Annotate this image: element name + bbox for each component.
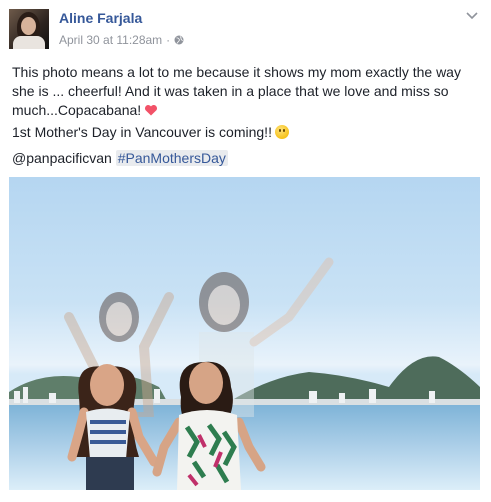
paragraph-1-text: This photo means a lot to me because it …: [12, 64, 461, 118]
paragraph-2-text: 1st Mother's Day in Vancouver is coming!…: [12, 124, 272, 140]
smile-emoji-icon: [274, 125, 289, 139]
facebook-post: Aline Farjala April 30 at 11:28am · This…: [0, 0, 491, 502]
avatar-face: [21, 17, 36, 35]
author-avatar[interactable]: [9, 9, 49, 49]
mother-figure: [152, 361, 266, 490]
post-meta: April 30 at 11:28am ·: [59, 33, 184, 47]
mention-link[interactable]: @panpacificvan: [12, 150, 112, 166]
avatar-shirt: [13, 36, 45, 49]
post-timestamp[interactable]: April 30 at 11:28am: [59, 33, 162, 47]
post-text-paragraph-1: This photo means a lot to me because it …: [12, 63, 480, 120]
post-text-paragraph-2: 1st Mother's Day in Vancouver is coming!…: [12, 123, 480, 142]
post-text-tags: @panpacificvan #PanMothersDay: [12, 149, 480, 168]
hashtag-link[interactable]: #PanMothersDay: [115, 150, 228, 166]
globe-icon[interactable]: [174, 35, 184, 45]
author-name-link[interactable]: Aline Farjala: [59, 10, 142, 26]
meta-separator: ·: [166, 33, 171, 47]
post-photo[interactable]: [9, 177, 480, 490]
heart-emoji-icon: [145, 105, 158, 116]
chevron-down-icon[interactable]: [465, 10, 479, 20]
